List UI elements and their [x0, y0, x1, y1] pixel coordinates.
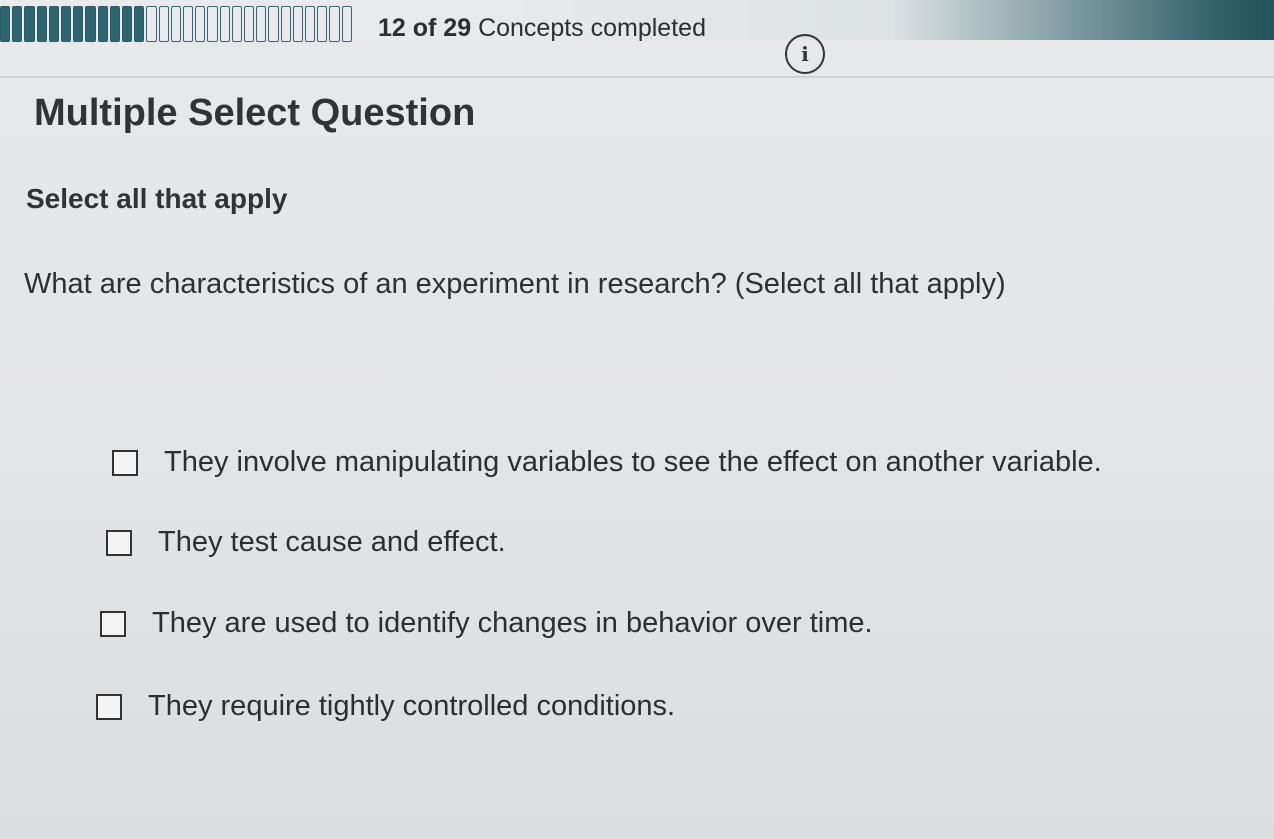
progress-segment-remaining [207, 6, 218, 42]
answer-option[interactable]: They are used to identify changes in beh… [100, 607, 873, 640]
info-icon[interactable]: i [785, 34, 825, 74]
progress-segment-completed [73, 6, 84, 42]
checkbox[interactable] [96, 693, 122, 720]
progress-text: 12 of 29 Concepts completed [378, 14, 706, 43]
progress-segment-completed [97, 6, 108, 42]
question-prompt: What are characteristics of an experimen… [24, 268, 1006, 300]
progress-segment-remaining [244, 6, 255, 42]
answer-option[interactable]: They involve manipulating variables to s… [112, 446, 1102, 479]
concept-progress-bar [0, 6, 352, 42]
progress-segment-remaining [256, 6, 267, 42]
progress-segment-completed [85, 6, 96, 42]
progress-segment-completed [36, 6, 47, 42]
answer-option[interactable]: They require tightly controlled conditio… [96, 690, 675, 723]
progress-count: 12 of 29 [378, 14, 472, 42]
question-instructions: Select all that apply [26, 183, 288, 214]
progress-segment-completed [0, 6, 11, 42]
answer-option[interactable]: They test cause and effect. [106, 526, 506, 559]
progress-segment-remaining [158, 6, 169, 42]
progress-segment-completed [109, 6, 121, 42]
question-type-title: Multiple Select Question [34, 92, 476, 134]
progress-segment-remaining [317, 6, 328, 42]
progress-segment-remaining [341, 6, 352, 42]
progress-segment-remaining [146, 6, 157, 42]
progress-header: 12 of 29 Concepts completed i [0, 0, 1274, 78]
progress-suffix: Concepts completed [478, 14, 706, 42]
checkbox[interactable] [100, 610, 126, 637]
info-glyph: i [801, 42, 809, 66]
question-page: 12 of 29 Concepts completed i Multiple S… [0, 0, 1274, 839]
progress-segment-remaining [292, 6, 304, 42]
progress-segment-remaining [280, 6, 291, 42]
answer-option-label: They are used to identify changes in beh… [152, 607, 873, 639]
progress-segment-remaining [195, 6, 206, 42]
progress-segment-remaining [170, 6, 182, 42]
progress-segment-remaining [268, 6, 279, 42]
answer-option-label: They require tightly controlled conditio… [148, 690, 676, 722]
progress-segment-completed [134, 6, 145, 42]
checkbox[interactable] [106, 529, 132, 556]
progress-segment-remaining [305, 6, 316, 42]
answer-option-label: They involve manipulating variables to s… [164, 446, 1102, 478]
progress-segment-remaining [183, 6, 194, 42]
answer-option-label: They test cause and effect. [158, 526, 506, 558]
progress-segment-remaining [231, 6, 243, 42]
progress-segment-remaining [329, 6, 340, 42]
header-divider [0, 76, 1274, 78]
progress-segment-completed [24, 6, 35, 42]
progress-segment-completed [61, 6, 72, 42]
progress-segment-completed [12, 6, 23, 42]
checkbox[interactable] [112, 449, 138, 476]
progress-segment-completed [48, 6, 60, 42]
progress-segment-remaining [219, 6, 230, 42]
progress-segment-completed [122, 6, 133, 42]
